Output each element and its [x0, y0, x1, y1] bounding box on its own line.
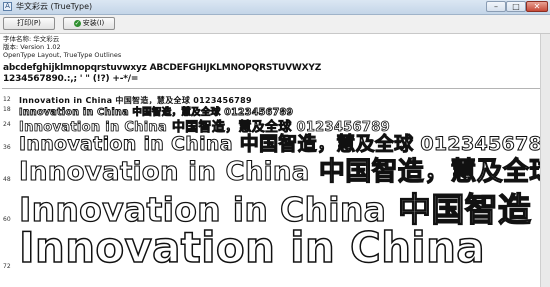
size-label-60: 60 — [3, 216, 11, 223]
shield-check-icon: ✓ — [73, 19, 81, 27]
maximize-button[interactable]: □ — [506, 1, 526, 12]
font-version-line: 版本: Version 1.02 — [3, 43, 61, 51]
sample-text-72: Innovation in China — [18, 222, 485, 273]
window-title: 华文彩云 (TrueType) — [16, 2, 93, 11]
minimize-button[interactable]: – — [486, 1, 506, 12]
charset-digits-symbols: 1234567890.:,; ' " (!?) +-*/= — [3, 74, 139, 84]
vertical-scrollbar[interactable] — [540, 34, 550, 287]
title-bar: A 华文彩云 (TrueType) – □ ✕ — [0, 0, 550, 15]
size-label-18: 18 — [3, 106, 11, 113]
toolbar: 打印(P) ✓ 安装(I) — [0, 15, 550, 34]
size-label-24: 24 — [3, 121, 11, 128]
font-file-icon: A — [3, 2, 12, 11]
size-label-72: 72 — [3, 263, 11, 270]
install-button[interactable]: ✓ 安装(I) — [63, 17, 115, 30]
divider — [2, 88, 548, 89]
size-label-48: 48 — [3, 176, 11, 183]
print-button-label: 打印(P) — [17, 19, 41, 27]
font-name-line: 字体名称: 华文彩云 — [3, 35, 60, 43]
size-label-12: 12 — [3, 96, 11, 103]
charset-letters: abcdefghijklmnopqrstuvwxyz ABCDEFGHIJKLM… — [3, 63, 322, 73]
size-label-36: 36 — [3, 144, 11, 151]
install-button-label: 安装(I) — [82, 19, 105, 27]
print-button[interactable]: 打印(P) — [3, 17, 55, 30]
close-button[interactable]: ✕ — [526, 1, 548, 12]
font-type-line: OpenType Layout, TrueType Outlines — [3, 51, 122, 59]
